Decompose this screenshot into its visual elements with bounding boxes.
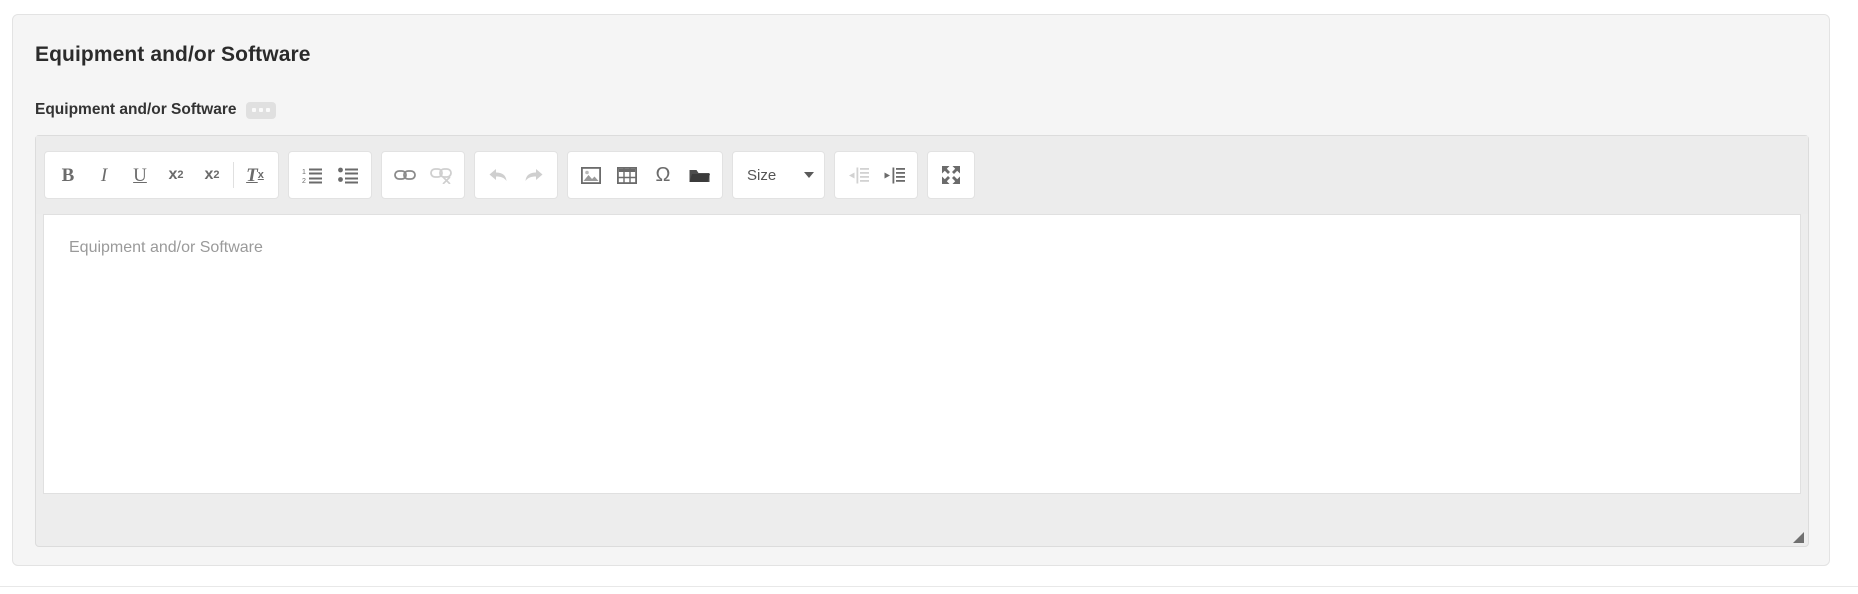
unlink-icon xyxy=(430,166,452,184)
folder-icon xyxy=(689,167,710,184)
toolbar-group-insert: Ω xyxy=(567,151,723,199)
italic-button[interactable]: I xyxy=(86,155,122,195)
numbered-list-button[interactable]: 1 2 xyxy=(294,155,330,195)
special-character-button[interactable]: Ω xyxy=(645,155,681,195)
table-icon xyxy=(617,166,637,184)
ellipsis-dot xyxy=(265,108,270,112)
toolbar-group-links xyxy=(381,151,465,199)
toolbar-separator xyxy=(233,162,234,188)
field-label: Equipment and/or Software xyxy=(35,101,237,118)
subscript-button[interactable]: x2 xyxy=(158,155,194,195)
svg-text:1: 1 xyxy=(302,169,306,176)
field-label-row: Equipment and/or Software xyxy=(35,101,276,119)
rich-text-editor: B I U x2 x2 Tx 1 2 Ω Size Equipment and/… xyxy=(35,135,1809,547)
toolbar-group-basic-styles: B I U x2 x2 Tx xyxy=(44,151,279,199)
maximize-button[interactable] xyxy=(933,155,969,195)
equipment-software-panel: Equipment and/or Software Equipment and/… xyxy=(12,14,1830,566)
ellipsis-badge-icon[interactable] xyxy=(245,101,276,119)
ellipsis-dot xyxy=(251,108,256,112)
font-size-dropdown[interactable]: Size xyxy=(732,151,826,199)
undo-arrow-icon xyxy=(487,166,509,184)
insert-image-button[interactable] xyxy=(573,155,609,195)
toolbar-group-view xyxy=(927,151,976,199)
page-title: Equipment and/or Software xyxy=(35,43,311,66)
editor-content-area[interactable]: Equipment and/or Software xyxy=(43,214,1801,494)
bold-button[interactable]: B xyxy=(50,155,86,195)
superscript-button[interactable]: x2 xyxy=(194,155,230,195)
numbered-list-icon: 1 2 xyxy=(302,167,323,184)
image-icon xyxy=(581,166,601,184)
svg-text:2: 2 xyxy=(302,178,306,184)
toolbar-group-lists: 1 2 xyxy=(288,151,372,199)
insert-table-button[interactable] xyxy=(609,155,645,195)
ellipsis-dot xyxy=(258,108,263,112)
browse-files-button[interactable] xyxy=(681,155,717,195)
outdent-icon xyxy=(847,167,870,184)
indent-button[interactable] xyxy=(876,155,912,195)
toolbar-group-indent xyxy=(834,151,919,199)
chevron-down-icon xyxy=(804,172,815,178)
toolbar-group-history xyxy=(474,151,558,199)
font-size-dropdown-label: Size xyxy=(747,166,777,184)
bulleted-list-button[interactable] xyxy=(330,155,366,195)
resize-grip-icon[interactable] xyxy=(1793,532,1804,543)
page-bottom-divider xyxy=(0,586,1858,587)
unlink-button[interactable] xyxy=(423,155,459,195)
link-icon xyxy=(394,167,416,183)
undo-button[interactable] xyxy=(480,155,516,195)
remove-format-button[interactable]: Tx xyxy=(237,155,273,195)
bulleted-list-icon xyxy=(337,167,359,184)
editor-toolbar: B I U x2 x2 Tx 1 2 Ω Size xyxy=(36,136,1808,214)
redo-button[interactable] xyxy=(516,155,552,195)
link-button[interactable] xyxy=(387,155,423,195)
editor-placeholder: Equipment and/or Software xyxy=(69,239,263,256)
indent-icon xyxy=(883,167,906,184)
outdent-button[interactable] xyxy=(840,155,876,195)
maximize-icon xyxy=(940,164,962,186)
redo-arrow-icon xyxy=(523,166,545,184)
underline-button[interactable]: U xyxy=(122,155,158,195)
